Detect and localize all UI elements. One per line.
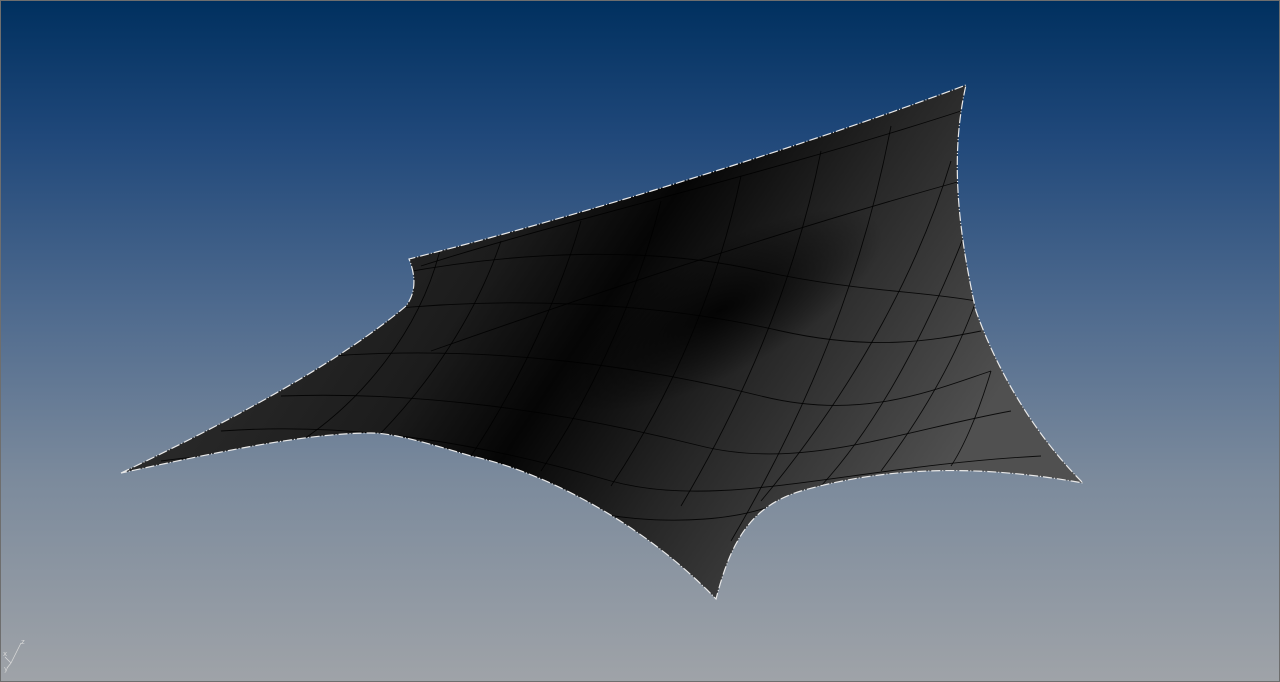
- membrane-surface-view: [120, 84, 1085, 601]
- 3d-viewport[interactable]: z x y: [0, 0, 1280, 682]
- surface-mesh[interactable]: [120, 84, 1085, 601]
- triad-x-label: x: [3, 650, 7, 658]
- xyz-axis-triad-icon: z x y: [3, 638, 25, 673]
- triad-y-label: y: [4, 665, 8, 673]
- triad-z-label: z: [21, 638, 25, 646]
